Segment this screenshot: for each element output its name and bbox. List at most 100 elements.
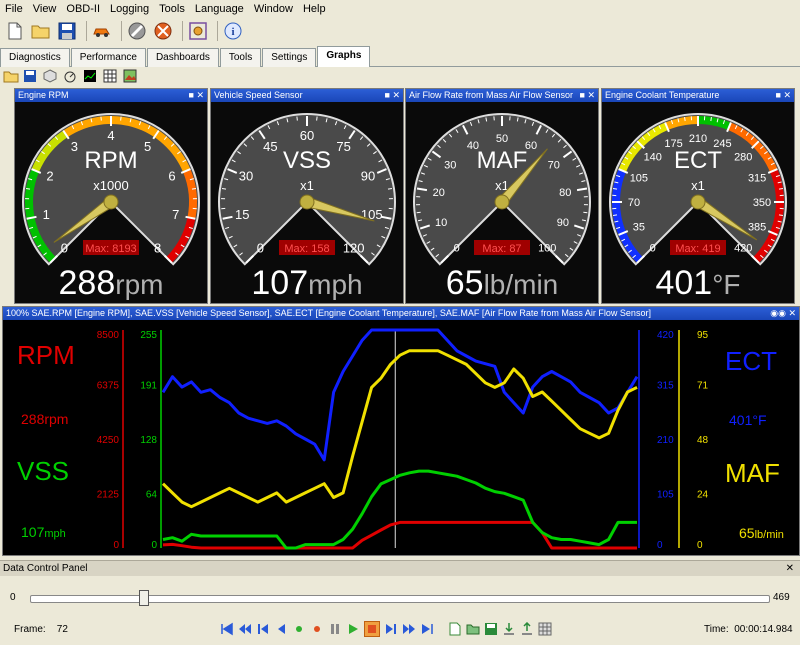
menu-help[interactable]: Help [298, 0, 331, 18]
sensor-line-chart: 8500 6375 4250 2125 0 255 191 128 64 0 420 315 210 10… [17, 328, 784, 551]
gauge-tick-label: 0 [650, 242, 656, 254]
gauge-tick-label: 6 [168, 169, 175, 184]
save-icon[interactable] [23, 69, 39, 83]
needle-hub [299, 194, 315, 210]
time-label: Time: [704, 624, 729, 635]
save-icon[interactable] [484, 622, 498, 636]
window-buttons-icon[interactable]: ■ ✕ [189, 89, 204, 102]
table-icon[interactable] [103, 69, 119, 83]
axis-tick-label: 6375 [97, 381, 120, 392]
gauge-tick-label: 45 [263, 139, 277, 154]
gauge-icon[interactable] [63, 69, 79, 83]
pause-icon[interactable] [328, 622, 342, 636]
save-icon[interactable] [56, 20, 78, 42]
step-forward-icon[interactable] [384, 622, 398, 636]
target-icon[interactable] [187, 20, 209, 42]
info-icon[interactable]: i [222, 20, 244, 42]
graph-title: 100% SAE.RPM [Engine RPM], SAE.VSS [Vehi… [3, 307, 799, 320]
gauge-tick [416, 211, 421, 214]
gauge-tick-label: 5 [144, 139, 151, 154]
tab-graphs[interactable]: Graphs [317, 46, 371, 67]
time-readout: Time: 00:00:14.984 [704, 624, 793, 635]
open-folder-icon[interactable] [466, 622, 480, 636]
window-buttons-icon[interactable]: ■ ✕ [580, 89, 595, 102]
gauge-tick-label: 75 [336, 139, 350, 154]
slider-thumb[interactable] [139, 590, 150, 606]
skip-to-end-icon[interactable] [420, 622, 434, 636]
gauge-tick-label: 315 [748, 173, 766, 185]
gauge-readout: 401°F [655, 264, 740, 302]
window-buttons-icon[interactable]: ◉◉ ✕ [770, 307, 796, 320]
gauge-tick [684, 116, 686, 122]
main-tabs: Diagnostics Performance Dashboards Tools Set… [0, 46, 800, 67]
tab-diagnostics[interactable]: Diagnostics [0, 48, 70, 67]
record-green-icon[interactable] [292, 622, 306, 636]
play-icon[interactable] [346, 622, 360, 636]
gauge-title: Engine Coolant Temperature ■ ✕ [602, 89, 794, 102]
gauge-readout: 107mph [251, 264, 362, 302]
image-icon[interactable] [123, 69, 139, 83]
fast-forward-icon[interactable] [402, 622, 416, 636]
tab-performance[interactable]: Performance [70, 48, 146, 67]
menu-logging[interactable]: Logging [105, 0, 154, 18]
gauge-tick-label: 70 [548, 159, 560, 171]
gauge-tick-label: 7 [172, 207, 179, 222]
menu-window[interactable]: Window [249, 0, 298, 18]
menu-file[interactable]: File [0, 0, 28, 18]
gauge-multiplier: x1000 [93, 178, 128, 193]
menu-obd-ii[interactable]: OBD-II [61, 0, 105, 18]
skip-to-start-icon[interactable] [220, 622, 234, 636]
gauge-tick-label: 280 [734, 152, 752, 164]
open-folder-icon[interactable] [3, 69, 19, 83]
gauge-tick [387, 188, 393, 190]
gauge-tick-label: 385 [748, 221, 766, 233]
window-buttons-icon[interactable]: ■ ✕ [776, 89, 791, 102]
grid-settings-icon[interactable] [538, 622, 552, 636]
gauge-tick-label: 140 [644, 152, 662, 164]
ect-series-value: 401°F [729, 412, 767, 428]
rewind-icon[interactable] [274, 622, 288, 636]
gauge-tick-label: 420 [734, 242, 752, 254]
gauge-tick-label: 35 [633, 221, 645, 233]
frame-value: 72 [56, 624, 68, 635]
frame-label: Frame: [14, 624, 46, 635]
axis-tick-label: 8500 [97, 330, 120, 341]
record-icon[interactable] [310, 622, 324, 636]
menu-language[interactable]: Language [190, 0, 249, 18]
vss-gauge-panel: Vehicle Speed Sensor ■ ✕ 0 15 30 45 60 75 90 105… [210, 88, 404, 304]
panel-title: Data Control Panel ✕ [0, 560, 800, 576]
menu-view[interactable]: View [28, 0, 62, 18]
tab-settings[interactable]: Settings [262, 48, 317, 67]
close-icon[interactable]: ✕ [786, 561, 794, 576]
import-icon[interactable] [502, 622, 516, 636]
chart-icon[interactable] [83, 69, 99, 83]
new-file-icon[interactable] [4, 20, 26, 42]
open-folder-icon[interactable] [30, 20, 52, 42]
slider-min-label: 0 [10, 592, 16, 603]
new-file-icon[interactable] [448, 622, 462, 636]
tab-tools[interactable]: Tools [219, 48, 262, 67]
tab-dashboards[interactable]: Dashboards [146, 48, 219, 67]
export-icon[interactable] [520, 621, 534, 636]
maf-series-label: MAF [725, 458, 780, 488]
gauge-tick-label: 120 [343, 241, 365, 256]
max-value-label: Max: 87 [482, 243, 521, 255]
window-buttons-icon[interactable]: ■ ✕ [385, 89, 400, 102]
step-back-icon[interactable] [256, 622, 270, 636]
car-icon[interactable] [91, 20, 113, 42]
tools-icon[interactable] [152, 20, 174, 42]
axis-tick-label: 128 [140, 435, 157, 446]
cube-icon[interactable] [43, 69, 59, 83]
gauge-multiplier: x1 [691, 178, 705, 193]
fast-rewind-icon[interactable] [238, 622, 252, 636]
toolbar-separator [121, 21, 122, 41]
gauge-tick-label: 100 [538, 242, 556, 254]
gauge-label: MAF [477, 147, 528, 174]
stop-icon[interactable] [364, 621, 380, 637]
wrench-icon[interactable] [126, 20, 148, 42]
menu-tools[interactable]: Tools [154, 0, 190, 18]
gauge-tick-label: 210 [689, 133, 707, 145]
needle-hub [103, 194, 119, 210]
axis-tick-label: 0 [657, 540, 663, 551]
series-line-maf [161, 349, 638, 509]
